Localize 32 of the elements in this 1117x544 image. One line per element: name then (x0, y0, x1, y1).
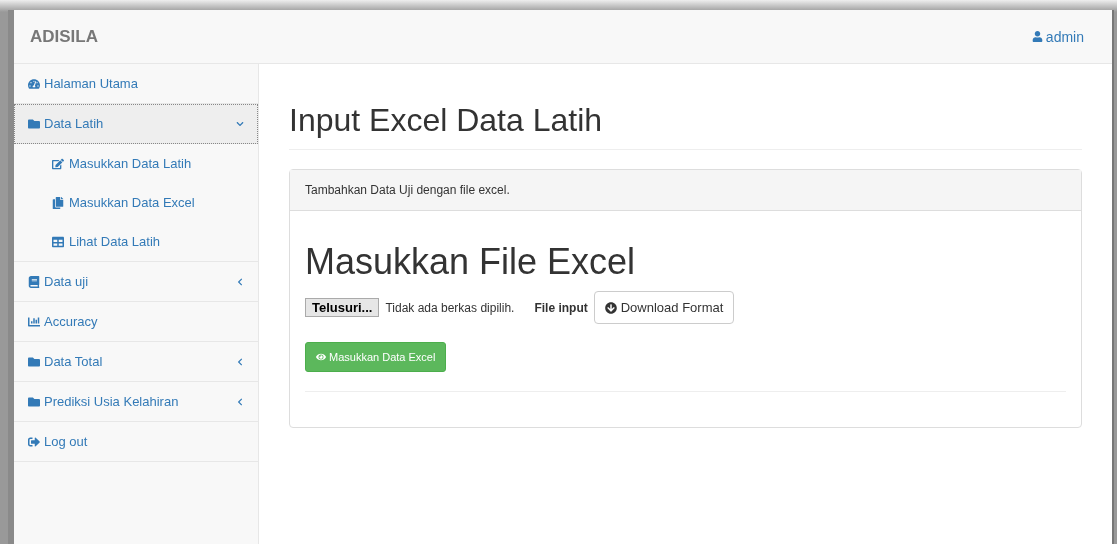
sign-out-icon (28, 435, 40, 448)
sidebar-subitem[interactable]: Lihat Data Latih (14, 222, 258, 261)
browse-button[interactable]: Telusuri... (305, 298, 380, 317)
sidebar-item[interactable]: Data Total (14, 342, 258, 382)
field-label: File input (534, 300, 588, 315)
user-link[interactable]: admin (1031, 28, 1084, 45)
submit-button[interactable]: Masukkan Data Excel (305, 342, 447, 372)
table-icon (52, 235, 64, 248)
sidebar-subitem[interactable]: Masukkan Data Excel (14, 183, 258, 222)
folder-icon (28, 117, 40, 130)
bar-chart-icon (28, 315, 40, 328)
section-title: Masukkan File Excel (305, 241, 637, 283)
user-icon (1031, 31, 1043, 42)
sidebar-item[interactable]: Accuracy (14, 302, 258, 342)
dashboard-icon (28, 77, 40, 90)
panel-heading: Tambahkan Data Uji dengan file excel. (290, 170, 1081, 211)
sidebar-item[interactable]: Data uji (14, 262, 258, 302)
sidebar-item[interactable]: Prediksi Usia Kelahiran (14, 382, 258, 422)
sidebar-item[interactable]: Log out (14, 422, 258, 462)
brand-name: ADISILA (30, 26, 98, 47)
edit-icon (52, 157, 64, 170)
folder-icon (28, 395, 40, 408)
page-title: Input Excel Data Latih (289, 102, 1082, 150)
copy-icon (52, 196, 64, 209)
download-icon (604, 301, 617, 314)
sidebar-item[interactable]: Data Latih (14, 104, 258, 144)
eye-icon (316, 352, 326, 362)
sidebar-subitem[interactable]: Masukkan Data Latih (14, 144, 258, 183)
book-icon (28, 275, 40, 288)
folder-icon (28, 355, 40, 368)
file-status: Tidak ada berkas dipilih. (385, 300, 515, 315)
download-button[interactable]: Download Format (593, 291, 735, 324)
